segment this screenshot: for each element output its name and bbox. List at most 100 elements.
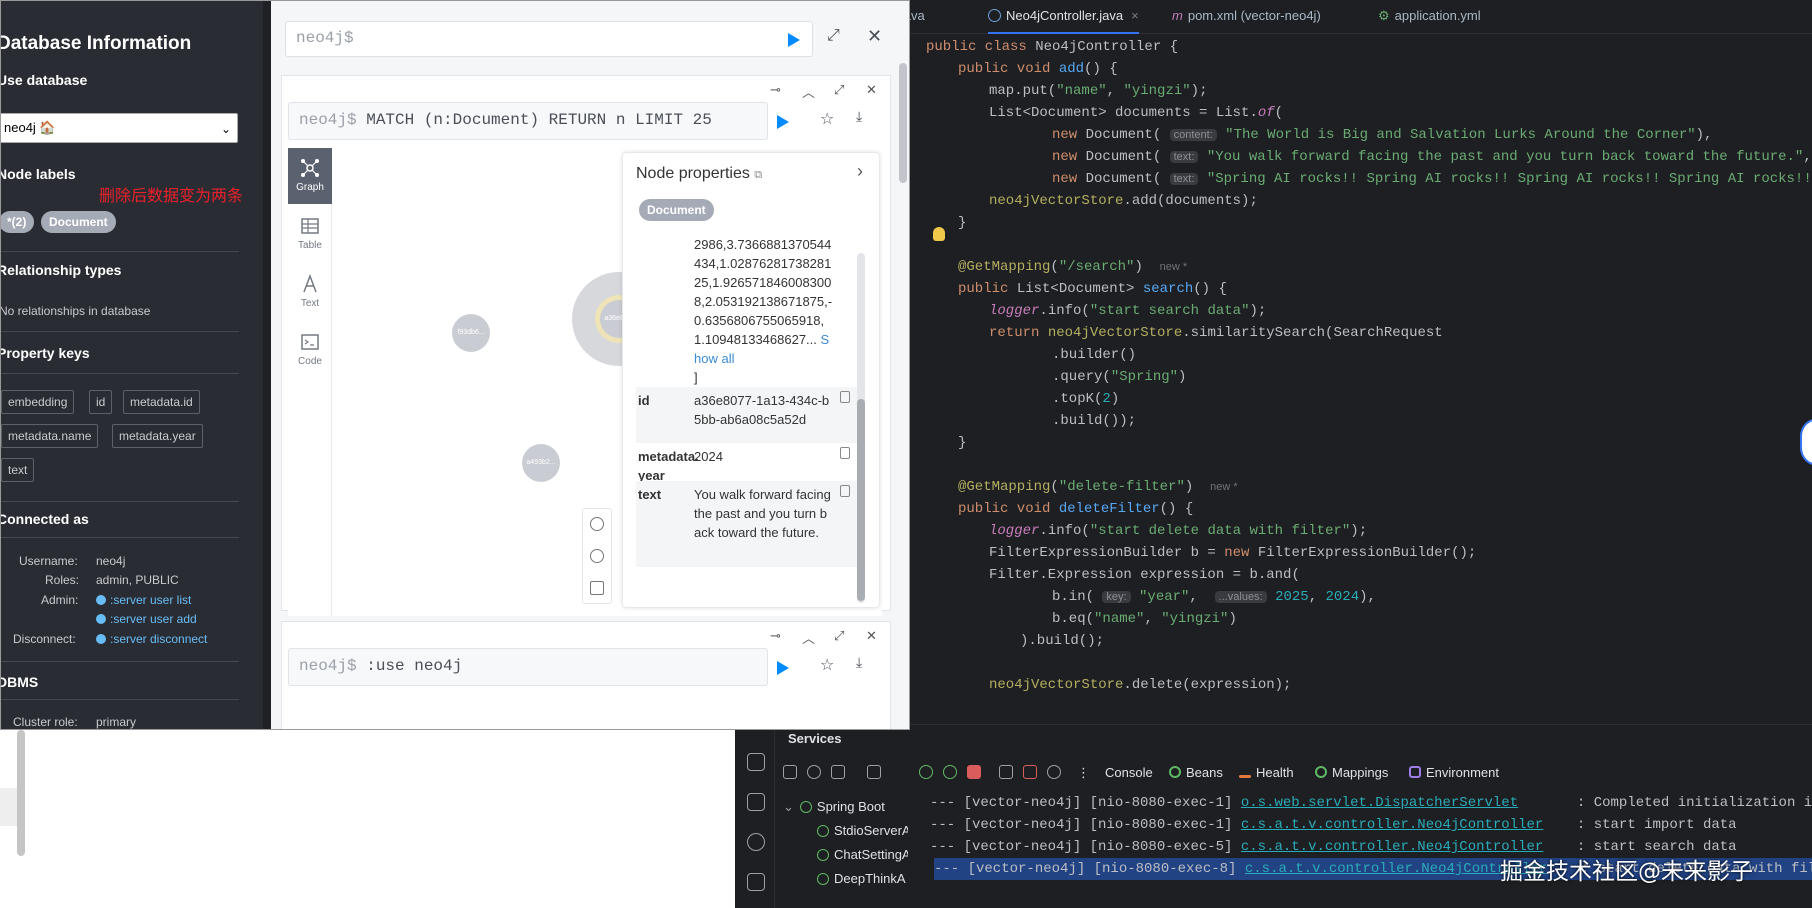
copy-icon[interactable]	[840, 447, 850, 459]
tree-item[interactable]: StdioServerA	[817, 823, 908, 838]
group-icon[interactable]	[831, 765, 845, 779]
maven-icon: m	[1172, 8, 1183, 23]
yaml-icon: ⚙	[1378, 8, 1390, 23]
tab-pom-xml[interactable]: m pom.xml (vector-neo4j)	[1172, 8, 1321, 23]
label-pill[interactable]: Document	[639, 199, 714, 221]
property-key[interactable]: embedding	[1, 390, 75, 414]
services-title: Services	[788, 731, 842, 746]
code-line: neo4jVectorStore.delete(expression);	[989, 677, 1292, 693]
property-key[interactable]: metadata.id	[123, 390, 200, 414]
rerun-icon[interactable]	[919, 765, 933, 779]
copy-icon[interactable]: ⧉	[754, 169, 762, 181]
download-icon[interactable]: ⤓	[856, 108, 862, 125]
property-key[interactable]: text	[1, 458, 35, 482]
node-label-all[interactable]: *(2)	[1, 211, 35, 233]
code-editor[interactable]: public class Neo4jController { public vo…	[900, 34, 1812, 724]
fullscreen-icon[interactable]: ⤢	[834, 628, 844, 644]
collapse-icon[interactable]: ︿	[802, 628, 815, 647]
favorite-icon[interactable]: ☆	[820, 109, 834, 129]
property-key[interactable]: metadata.name	[1, 424, 99, 448]
tab-table[interactable]: Table	[288, 206, 332, 262]
property-value: 2986,3.7366881370544434,1.02876281738281…	[694, 237, 833, 385]
code-line: new Document( text: "Spring AI rocks!! S…	[1052, 171, 1812, 187]
roles-value: admin, PUBLIC	[96, 573, 179, 587]
neo4j-browser-window: Database Information Use database neo4j …	[0, 0, 910, 730]
stream-scrollbar[interactable]	[899, 63, 907, 183]
sidebar-title: Database Information	[1, 33, 192, 54]
dump-icon[interactable]	[1023, 765, 1037, 779]
copy-icon[interactable]	[840, 391, 850, 403]
git-icon[interactable]	[747, 873, 765, 891]
graph-node[interactable]: f93db6...	[452, 314, 490, 352]
divider	[1, 537, 239, 538]
user-add-link[interactable]: :server user add	[96, 612, 197, 626]
properties-scroll-thumb[interactable]	[857, 399, 865, 601]
frame-query-bar[interactable]: neo4j$ MATCH (n:Document) RETURN n LIMIT…	[288, 102, 789, 140]
stop-icon[interactable]	[967, 765, 981, 779]
copy-icon[interactable]	[840, 485, 850, 497]
background-scrollbar[interactable]	[17, 730, 25, 856]
restart-icon[interactable]	[943, 765, 957, 779]
download-icon[interactable]: ⤓	[856, 654, 862, 671]
expand-icon[interactable]	[867, 765, 881, 779]
problems-icon[interactable]	[747, 833, 765, 851]
node-label-document[interactable]: Document	[41, 211, 116, 233]
camera-icon[interactable]	[999, 765, 1013, 779]
tab-text[interactable]: Text	[288, 264, 332, 320]
favorite-icon[interactable]: ☆	[820, 655, 834, 675]
tab-beans[interactable]: Beans	[1169, 765, 1223, 780]
code-icon	[301, 334, 319, 350]
property-key: id	[638, 393, 650, 408]
view-icon[interactable]	[807, 765, 821, 779]
close-icon[interactable]: ✕	[867, 26, 882, 47]
tab-code[interactable]: Code	[288, 322, 332, 378]
tab-application-yml[interactable]: ⚙ application.yml	[1378, 8, 1481, 24]
property-key: text	[638, 487, 662, 502]
cypher-editor[interactable]: neo4j$	[285, 21, 813, 57]
fullscreen-icon[interactable]: ⤢	[834, 82, 844, 98]
tab-graph[interactable]: Graph	[288, 148, 332, 204]
property-keys-heading: Property keys	[1, 345, 90, 361]
rerun-button[interactable]	[777, 661, 789, 675]
frame-query-bar[interactable]: neo4j$ :use neo4j	[288, 648, 789, 686]
property-key[interactable]: id	[89, 390, 113, 414]
services-icon[interactable]	[747, 753, 765, 771]
tab-health[interactable]: Health	[1239, 765, 1294, 780]
pin-icon[interactable]: ⊸	[770, 82, 781, 98]
rerun-button[interactable]	[777, 115, 789, 129]
chevron-right-icon[interactable]: ›	[857, 161, 863, 182]
user-list-link[interactable]: :server user list	[96, 593, 191, 607]
close-icon[interactable]: ✕	[866, 628, 877, 644]
property-key: metadata.year	[638, 449, 699, 483]
zoom-out-icon[interactable]	[590, 549, 604, 563]
graph-node[interactable]: a493b2...	[522, 444, 560, 482]
gauge-icon[interactable]	[1047, 765, 1061, 779]
fullscreen-icon[interactable]: ⤢	[827, 27, 840, 45]
fit-icon[interactable]	[590, 581, 604, 595]
tree-item-spring-boot[interactable]: ⌄ Spring Boot	[783, 799, 885, 815]
pin-icon[interactable]: ⊸	[770, 628, 781, 644]
run-button[interactable]	[788, 33, 800, 47]
tab-environment[interactable]: Environment	[1409, 765, 1499, 780]
node-properties-panel: Node properties ⧉ › Document 2986,3.7366…	[622, 152, 880, 608]
add-icon[interactable]	[783, 765, 797, 779]
tab-neo4j-controller[interactable]: Neo4jController.java ×	[988, 8, 1139, 34]
close-icon[interactable]: ×	[1131, 8, 1139, 23]
tab-mappings[interactable]: Mappings	[1315, 765, 1388, 780]
tab-console[interactable]: Console	[1105, 765, 1153, 780]
terminal-icon[interactable]	[747, 793, 765, 811]
divider	[1, 373, 239, 374]
property-key[interactable]: metadata.year	[112, 424, 203, 448]
sidebar-scrollbar[interactable]	[263, 1, 271, 729]
zoom-in-icon[interactable]	[590, 517, 604, 531]
close-icon[interactable]: ✕	[866, 82, 877, 98]
tree-item[interactable]: ChatSettingA	[817, 847, 908, 862]
lightbulb-icon[interactable]	[933, 227, 945, 241]
database-select[interactable]: neo4j 🏠 ⌄	[1, 113, 238, 143]
environment-icon	[1409, 766, 1421, 778]
collapse-icon[interactable]: ︿	[802, 82, 815, 101]
no-relationships-text: No relationships in database	[1, 304, 151, 318]
disconnect-link[interactable]: :server disconnect	[96, 632, 207, 646]
more-icon[interactable]: ⋮	[1077, 765, 1090, 781]
tree-item[interactable]: DeepThinkA	[817, 871, 906, 886]
